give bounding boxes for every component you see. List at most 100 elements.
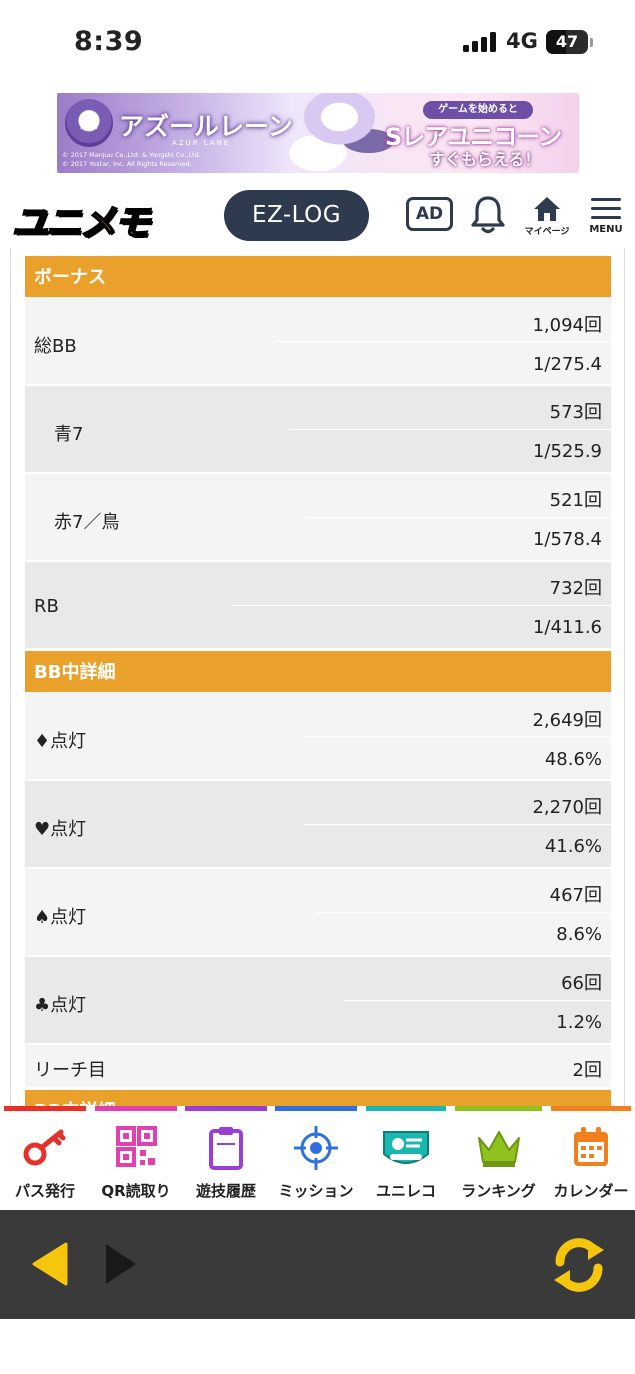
data-content: ボーナス 総BB 1,094回 1/275.4 青7 573回 1/525.9 … (10, 248, 625, 1106)
row-label: リーチ目 (34, 1060, 106, 1081)
table-row: RB 732回 1/411.6 (25, 562, 611, 650)
banner-copyright-2: © 2017 Yostar, Inc. All Rights Reserved. (62, 160, 192, 168)
tool-color-strip (185, 1106, 267, 1111)
unireco-icon (383, 1131, 429, 1164)
section-header-rb-detail: RB中詳細 (25, 1090, 611, 1106)
row-rate: 1/578.4 (532, 529, 602, 550)
row-count: 467回 (549, 885, 602, 906)
tool-color-strip (366, 1106, 446, 1111)
banner-copyright: © 2017 Manjuu Co.,Ltd. & Yongshi Co.,Ltd… (62, 151, 201, 169)
menu-label: MENU (589, 224, 623, 235)
back-arrow-icon[interactable] (30, 1242, 70, 1286)
tool-color-strip (455, 1106, 542, 1111)
app-navigation-bar (0, 1210, 635, 1319)
home-indicator-area (0, 1319, 635, 1374)
tool-color-strip (95, 1106, 177, 1111)
tool-label: パス発行 (14, 1182, 75, 1200)
row-rate: 1/525.9 (532, 441, 602, 462)
ez-log-button[interactable]: EZ-LOG (224, 190, 369, 241)
table-row: 赤7／鳥 521回 1/578.4 (25, 474, 611, 562)
row-count: 1,094回 (532, 315, 602, 336)
row-divider (289, 429, 611, 430)
tool-label: QR読取り (101, 1182, 171, 1200)
table-row: ♥点灯 2,270回 41.6% (25, 781, 611, 869)
row-divider (306, 517, 611, 518)
battery-level: 47 (555, 32, 579, 51)
row-count: 66回 (561, 973, 602, 994)
row-count: 2,270回 (532, 797, 602, 818)
battery-tip (590, 38, 593, 47)
site-logo[interactable]: ユニメモ (11, 194, 151, 246)
row-rate: 1/411.6 (532, 617, 602, 638)
target-icon (294, 1126, 338, 1170)
clipboard-icon (209, 1127, 243, 1170)
bottom-toolbar: パス発行 QR読取り 遊技履歴 ミッション ユニレコ ランキング カレンダー (0, 1106, 635, 1210)
row-label: RB (34, 596, 59, 617)
row-label: ♦点灯 (34, 731, 87, 752)
row-label: 赤7／鳥 (54, 512, 120, 533)
bell-icon[interactable] (470, 194, 506, 236)
row-rate: 1/275.4 (532, 354, 602, 375)
tool-qr-read[interactable]: QR読取り (95, 1106, 177, 1210)
crown-icon (477, 1131, 520, 1167)
row-count: 2回 (572, 1060, 602, 1081)
battery-icon: 47 (546, 30, 588, 54)
ad-banner[interactable]: ⚓ アズールレーン AZUR LANE © 2017 Manjuu Co.,Lt… (57, 93, 579, 173)
row-rate: 48.6% (544, 749, 602, 770)
forward-arrow-icon[interactable] (103, 1242, 139, 1286)
banner-subtitle: すぐもらえる！ (429, 150, 541, 169)
qr-code-icon (116, 1126, 157, 1167)
row-count: 2,649回 (532, 710, 602, 731)
azur-lane-emblem-icon: ⚓ (65, 99, 113, 147)
row-label: ♠点灯 (34, 907, 87, 928)
tool-unireco[interactable]: ユニレコ (366, 1106, 446, 1210)
tool-label: ランキング (461, 1182, 536, 1200)
row-divider (344, 1000, 611, 1001)
section-header-bb-detail: BB中詳細 (25, 651, 611, 692)
status-bar: 8:39 4G 47 (0, 0, 635, 86)
row-rate: 41.6% (544, 836, 602, 857)
row-count: 573回 (549, 402, 602, 423)
tool-label: カレンダー (553, 1182, 629, 1200)
row-count: 521回 (549, 490, 602, 511)
tool-label: 遊技履歴 (195, 1182, 256, 1200)
ad-icon[interactable]: AD (406, 197, 453, 231)
mypage-label: マイページ (524, 227, 570, 237)
row-divider (231, 605, 611, 606)
table-row: リーチ目 2回 (25, 1045, 611, 1089)
reload-icon[interactable] (548, 1236, 610, 1294)
status-time: 8:39 (74, 26, 144, 57)
signal-icon (463, 32, 497, 52)
banner-sublogo: AZUR LANE (172, 139, 231, 147)
table-row: ♦点灯 2,649回 48.6% (25, 692, 611, 781)
tool-calendar[interactable]: カレンダー (551, 1106, 631, 1210)
row-count: 732回 (549, 578, 602, 599)
tool-ranking[interactable]: ランキング (455, 1106, 542, 1210)
tool-color-strip (275, 1106, 357, 1111)
table-row: ♠点灯 467回 8.6% (25, 869, 611, 957)
tool-mission[interactable]: ミッション (275, 1106, 357, 1210)
row-divider (304, 736, 611, 737)
row-rate: 8.6% (556, 924, 602, 945)
tool-color-strip (551, 1106, 631, 1111)
row-divider (304, 824, 611, 825)
row-divider (276, 341, 611, 342)
table-row: 総BB 1,094回 1/275.4 (25, 297, 611, 386)
table-row: 青7 573回 1/525.9 (25, 386, 611, 474)
page: 8:39 4G 47 ⚓ アズールレーン AZUR LANE © 2017 Ma… (0, 0, 635, 1374)
site-header: ユニメモ EZ-LOG AD マイページ MENU (0, 186, 635, 246)
tool-play-history[interactable]: 遊技履歴 (185, 1106, 267, 1210)
row-divider (316, 912, 611, 913)
section-header-bonus: ボーナス (25, 256, 611, 297)
calendar-icon (574, 1127, 608, 1166)
network-type: 4G (506, 29, 538, 53)
mypage-home-button[interactable]: マイページ (524, 194, 570, 237)
row-label: ♣点灯 (34, 995, 87, 1016)
tool-label: ユニレコ (375, 1182, 436, 1200)
home-icon (534, 197, 560, 221)
tool-label: ミッション (278, 1182, 354, 1200)
menu-button[interactable]: MENU (586, 196, 626, 238)
table-row: ♣点灯 66回 1.2% (25, 957, 611, 1045)
key-icon (23, 1129, 66, 1166)
tool-pass-issue[interactable]: パス発行 (4, 1106, 86, 1210)
